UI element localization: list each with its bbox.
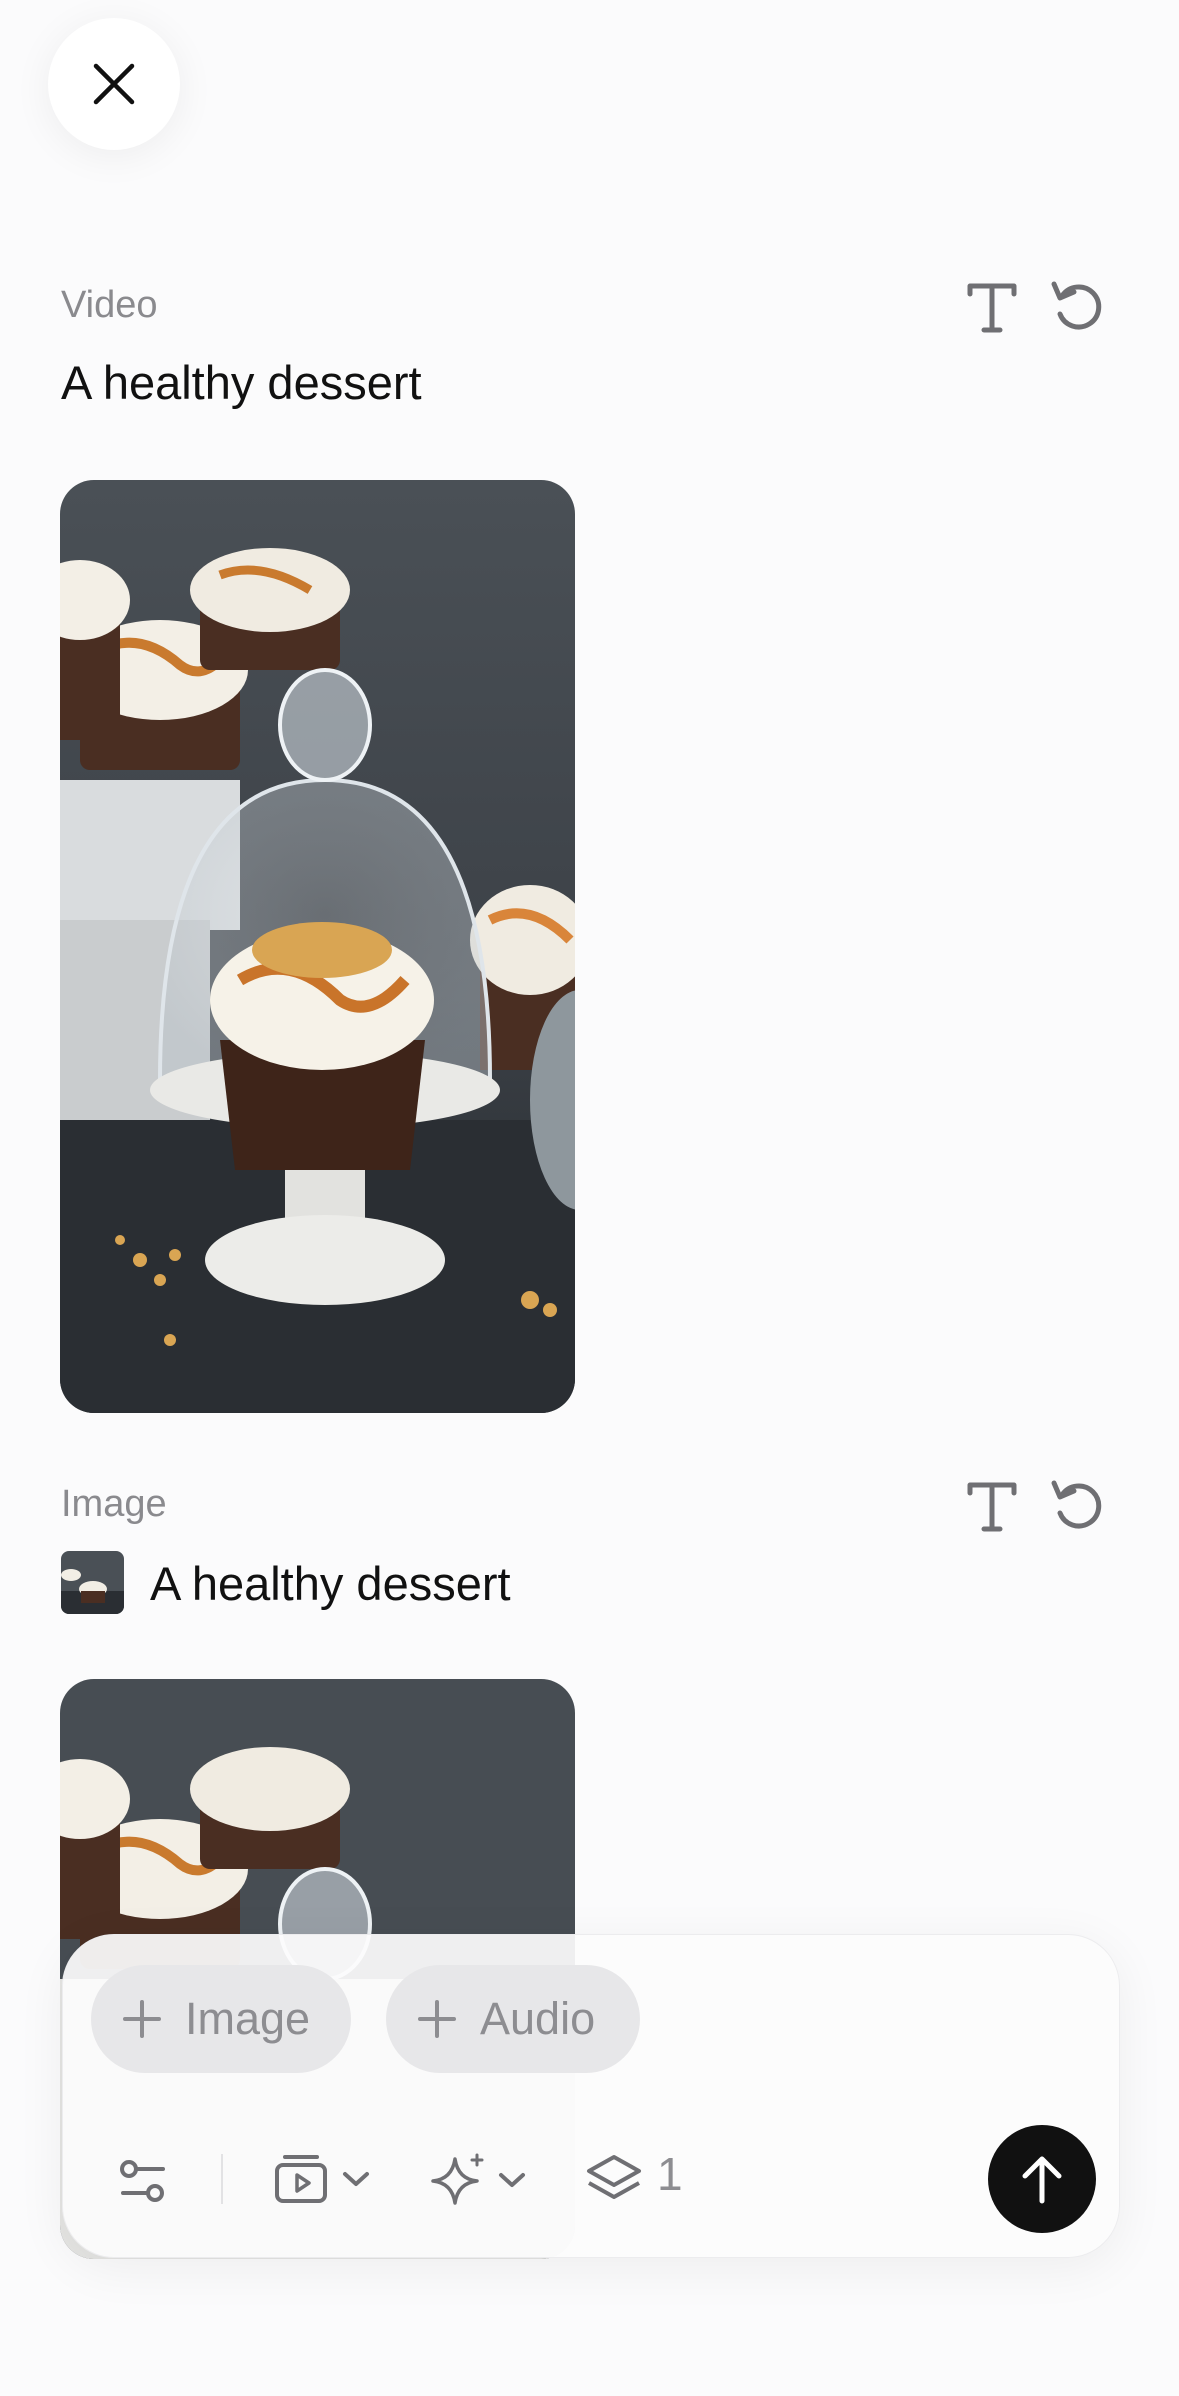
composer-panel: Image Audio 1 (62, 1934, 1120, 2258)
arrow-up-icon (1022, 2156, 1062, 2204)
close-button[interactable] (48, 18, 180, 150)
chevron-down-icon (343, 2172, 369, 2186)
text-icon[interactable] (960, 274, 1024, 338)
format-selector[interactable] (273, 2151, 371, 2207)
chevron-down-icon (499, 2173, 525, 2187)
output-count[interactable]: 1 (657, 2147, 683, 2201)
cupcake-image (60, 480, 575, 1413)
image-prompt: A healthy dessert (150, 1557, 511, 1610)
add-image-chip[interactable]: Image (91, 1965, 351, 2073)
video-format-icon (275, 2155, 327, 2203)
text-icon[interactable] (960, 1473, 1024, 1537)
video-prompt: A healthy dessert (61, 356, 422, 409)
layers-icon[interactable] (585, 2151, 643, 2207)
plus-icon (123, 2000, 161, 2038)
close-icon (93, 63, 135, 105)
reference-thumbnail[interactable] (61, 1551, 124, 1614)
undo-icon[interactable] (1046, 1473, 1110, 1537)
sparkle-icon (431, 2153, 484, 2205)
add-image-label: Image (185, 1993, 311, 2044)
style-selector[interactable] (429, 2151, 527, 2209)
sliders-icon[interactable] (117, 2155, 169, 2207)
section-label-video: Video (61, 284, 158, 326)
send-button[interactable] (988, 2125, 1096, 2233)
add-audio-chip[interactable]: Audio (386, 1965, 640, 2073)
undo-icon[interactable] (1046, 274, 1110, 338)
toolbar-divider (221, 2154, 223, 2204)
plus-icon (418, 2000, 456, 2038)
video-preview[interactable] (60, 480, 575, 1413)
add-audio-label: Audio (480, 1993, 596, 2044)
section-label-image: Image (61, 1483, 167, 1525)
